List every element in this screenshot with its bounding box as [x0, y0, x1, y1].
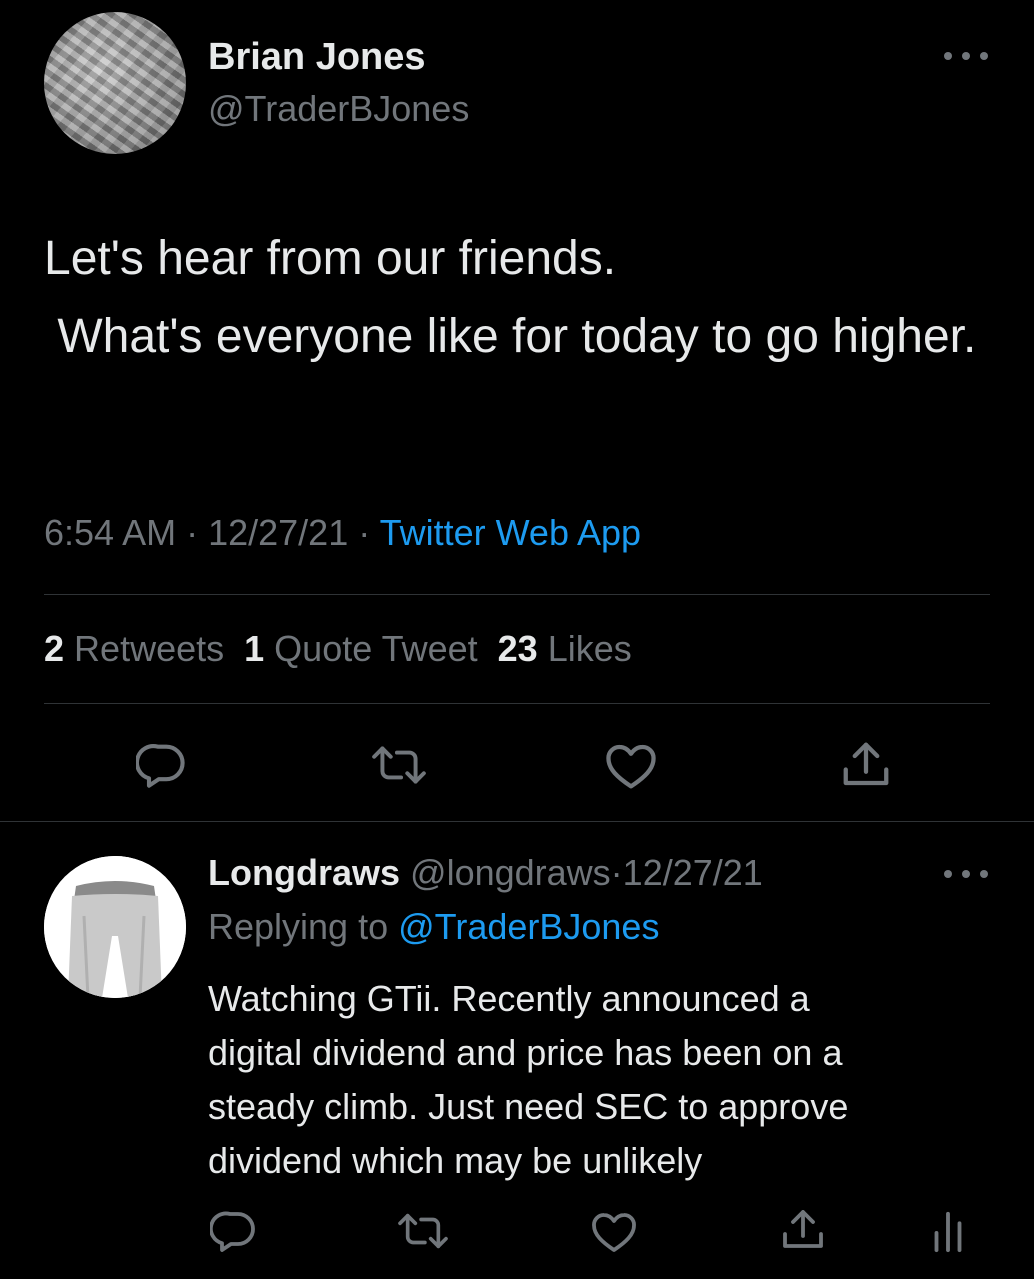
like-icon [606, 744, 656, 789]
tweet-source-link[interactable]: Twitter Web App [380, 512, 641, 553]
retweets-label: Retweets [74, 628, 225, 669]
tweet-meta: 6:54 AM · 12/27/21 · Twitter Web App [44, 512, 641, 554]
analytics-icon [934, 1211, 962, 1253]
author-name[interactable]: Brian Jones [208, 36, 426, 79]
replying-to-line: Replying to @TraderBJones [208, 906, 659, 948]
tweet-date[interactable]: 12/27/21 [208, 512, 348, 553]
replying-to-prefix: Replying to [208, 906, 389, 947]
more-icon [944, 870, 952, 878]
reply-share-button[interactable] [778, 1206, 828, 1254]
like-icon [592, 1213, 636, 1252]
reply-icon [210, 1211, 255, 1252]
more-options-button[interactable] [944, 46, 988, 66]
reply-analytics-button[interactable] [930, 1208, 966, 1254]
tweet-text: Let's hear from our friends. What's ever… [44, 232, 977, 363]
reply-text: Watching GTii. Recently announced a digi… [208, 978, 849, 1181]
replying-to-handle[interactable]: @TraderBJones [398, 906, 659, 947]
share-icon [843, 742, 889, 786]
divider [0, 821, 1034, 822]
reply-author-avatar[interactable] [44, 856, 186, 998]
avatar-image [44, 856, 186, 998]
tweet-detail-page: Brian Jones @TraderBJones Let's hear fro… [0, 0, 1034, 1279]
reply-date[interactable]: 12/27/21 [623, 852, 763, 893]
likes-count: 23 [497, 628, 538, 669]
retweets-stat[interactable]: 2 Retweets [44, 628, 224, 669]
reply-more-options-button[interactable] [944, 864, 988, 884]
reply-button[interactable] [136, 738, 188, 790]
reply-author-handle[interactable]: @longdraws [410, 852, 611, 893]
tweet-time[interactable]: 6:54 AM [44, 512, 176, 553]
quotes-count: 1 [244, 628, 265, 669]
retweet-icon [398, 1213, 448, 1249]
share-icon [783, 1210, 823, 1248]
divider [44, 703, 990, 704]
like-button[interactable] [604, 740, 658, 790]
retweet-button[interactable] [370, 740, 428, 790]
meta-separator: · [176, 512, 209, 553]
likes-stat[interactable]: 23 Likes [498, 628, 632, 669]
reply-like-button[interactable] [590, 1208, 638, 1254]
reply-reply-button[interactable] [210, 1206, 258, 1254]
reply-separator: · [610, 852, 623, 893]
reply-author-name[interactable]: Longdraws [208, 852, 400, 893]
reply-retweet-button[interactable] [396, 1208, 450, 1254]
reply-header: Longdraws @longdraws·12/27/21 [208, 852, 763, 894]
share-button[interactable] [838, 738, 894, 792]
author-avatar[interactable] [44, 12, 186, 154]
meta-separator: · [348, 512, 380, 553]
author-handle[interactable]: @TraderBJones [208, 88, 469, 130]
more-icon [944, 52, 952, 60]
retweet-icon [372, 746, 426, 784]
divider [44, 594, 990, 595]
tweet-stats: 2 Retweets 1 Quote Tweet 23 Likes [44, 628, 632, 670]
retweets-count: 2 [44, 628, 65, 669]
likes-label: Likes [547, 628, 632, 669]
quotes-stat[interactable]: 1 Quote Tweet [244, 628, 478, 669]
reply-icon [136, 744, 185, 788]
quotes-label: Quote Tweet [274, 628, 478, 669]
